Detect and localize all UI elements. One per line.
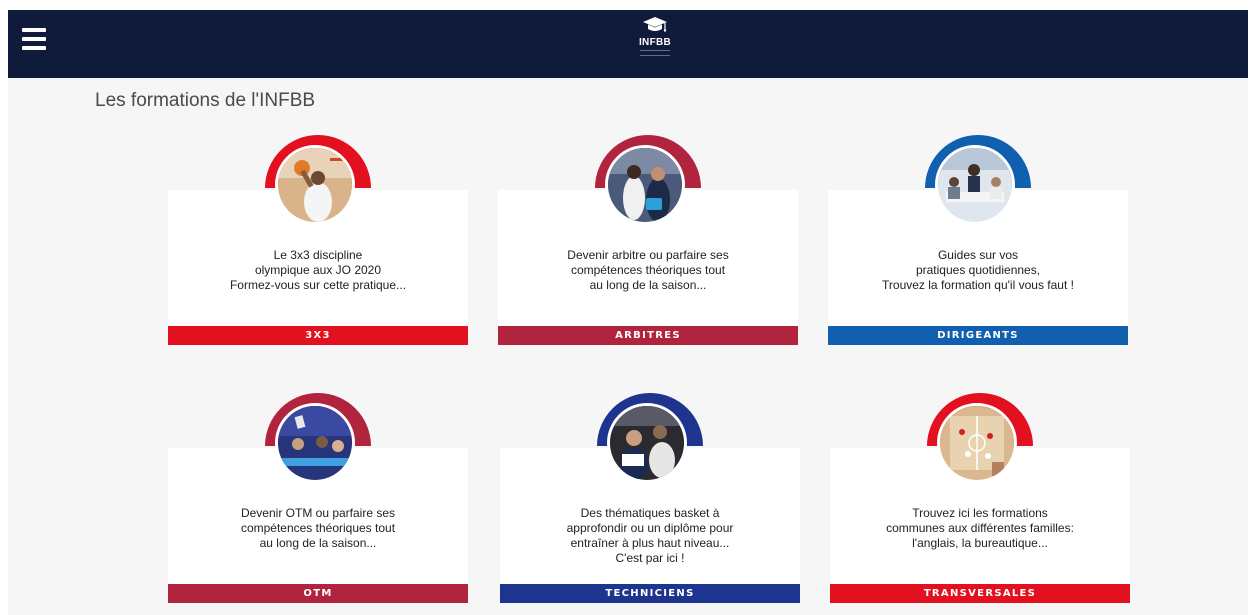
top-navbar: INFBB: [8, 10, 1248, 78]
meeting-photo: [935, 145, 1015, 225]
banner-transversales[interactable]: TRANSVERSALES: [830, 584, 1130, 603]
graduation-cap-icon: [643, 17, 667, 32]
hamburger-menu-icon[interactable]: [22, 28, 46, 50]
formation-card-transversales[interactable]: Trouvez ici les formations communes aux …: [830, 393, 1130, 603]
scorers-table-photo: [275, 403, 355, 483]
formation-card-otm[interactable]: Devenir OTM ou parfaire ses compétences …: [168, 393, 468, 603]
banner-techniciens[interactable]: TECHNICIENS: [500, 584, 800, 603]
banner-otm[interactable]: OTM: [168, 584, 468, 603]
page-title: Les formations de l'INFBB: [95, 90, 316, 111]
basketball-3x3-photo: [275, 145, 355, 225]
logo-text: INFBB: [638, 37, 672, 48]
tactics-board-photo: [937, 403, 1017, 483]
card-description: Le 3x3 discipline olympique aux JO 2020 …: [229, 248, 407, 292]
page-frame-left: [0, 0, 8, 615]
formation-card-arbitres[interactable]: Devenir arbitre ou parfaire ses compéten…: [498, 135, 798, 345]
card-description: Devenir OTM ou parfaire ses compétences …: [240, 506, 396, 550]
card-description: Trouvez ici les formations communes aux …: [886, 506, 1074, 550]
banner-dirigeants[interactable]: DIRIGEANTS: [828, 326, 1128, 345]
card-description: Des thématiques basket à approfondir ou …: [566, 506, 734, 565]
infbb-logo[interactable]: INFBB: [635, 16, 675, 72]
logo-subtitle-lines: [640, 50, 670, 56]
formation-card-techniciens[interactable]: Des thématiques basket à approfondir ou …: [500, 393, 800, 603]
referee-photo: [605, 145, 685, 225]
main-content: Les formations de l'INFBB Le 3x3 discipl…: [8, 78, 1248, 615]
card-description: Devenir arbitre ou parfaire ses compéten…: [567, 248, 729, 292]
banner-3x3[interactable]: 3X3: [168, 326, 468, 345]
page-frame-right: [1248, 0, 1255, 615]
formation-card-3x3[interactable]: Le 3x3 discipline olympique aux JO 2020 …: [168, 135, 468, 345]
banner-arbitres[interactable]: ARBITRES: [498, 326, 798, 345]
coaches-photo: [607, 403, 687, 483]
card-description: Guides sur vos pratiques quotidiennes, T…: [882, 248, 1074, 292]
formation-card-dirigeants[interactable]: Guides sur vos pratiques quotidiennes, T…: [828, 135, 1128, 345]
